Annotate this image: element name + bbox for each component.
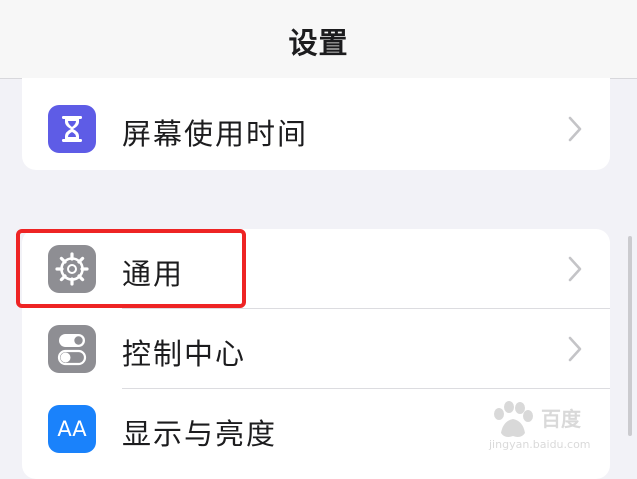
hourglass-icon: [48, 105, 96, 153]
settings-row-label: 控制中心: [122, 337, 247, 371]
scrollbar[interactable]: [628, 236, 632, 436]
toggle-switches-icon: [48, 325, 96, 373]
settings-row-control-center[interactable]: 控制中心: [22, 309, 610, 389]
settings-group-general: 通用 控制中心 AA 显示与亮度: [22, 229, 610, 479]
settings-row-label: 通用: [122, 257, 185, 291]
settings-row-label: 显示与亮度: [122, 417, 278, 451]
chevron-right-icon: [568, 336, 582, 362]
settings-row-label: 屏幕使用时间: [122, 117, 309, 151]
settings-row-display-brightness[interactable]: AA 显示与亮度: [22, 389, 610, 469]
aa-text-icon: AA: [48, 405, 96, 453]
settings-row-general[interactable]: 通用: [22, 229, 610, 309]
gear-icon: [48, 245, 96, 293]
settings-group-screen-time: 屏幕使用时间: [22, 78, 610, 170]
aa-icon-text: AA: [57, 417, 87, 441]
settings-row-screen-time[interactable]: 屏幕使用时间: [22, 89, 610, 169]
chevron-right-icon: [568, 116, 582, 142]
chevron-right-icon: [568, 256, 582, 282]
navigation-bar: 设置: [0, 0, 637, 79]
page-title: 设置: [288, 26, 349, 60]
